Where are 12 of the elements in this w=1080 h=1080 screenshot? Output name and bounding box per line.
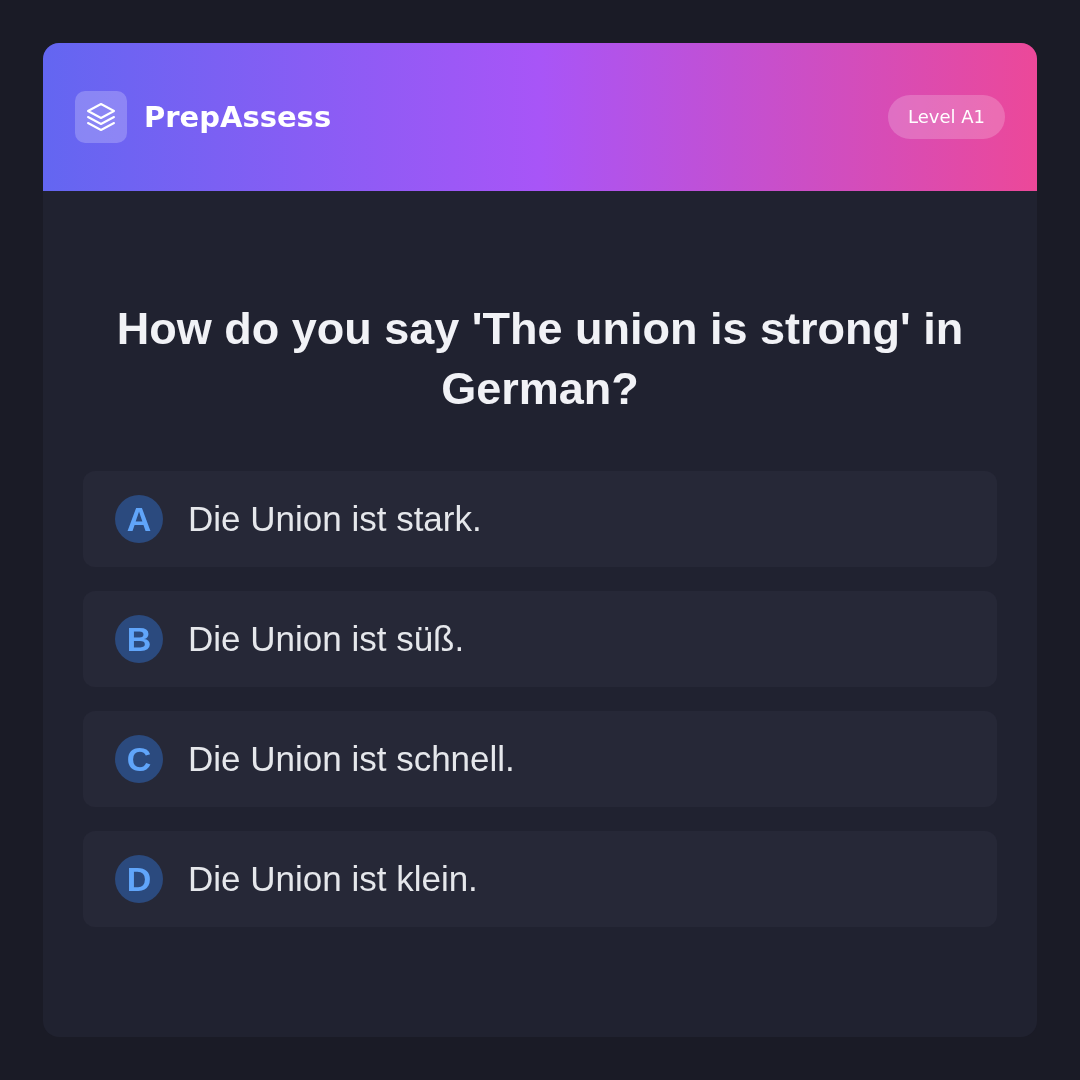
level-badge: Level A1 [888, 95, 1005, 139]
answer-option[interactable]: A Die Union ist stark. [83, 471, 997, 567]
brand-name: PrepAssess [144, 100, 332, 134]
option-letter: B [115, 615, 163, 663]
question-text: How do you say 'The union is strong' in German? [115, 302, 965, 416]
layers-icon [75, 91, 127, 143]
answer-option[interactable]: B Die Union ist süß. [83, 591, 997, 687]
option-letter: C [115, 735, 163, 783]
option-letter: A [115, 495, 163, 543]
answer-option[interactable]: C Die Union ist schnell. [83, 711, 997, 807]
option-letter: D [115, 855, 163, 903]
answer-option[interactable]: D Die Union ist klein. [83, 831, 997, 927]
